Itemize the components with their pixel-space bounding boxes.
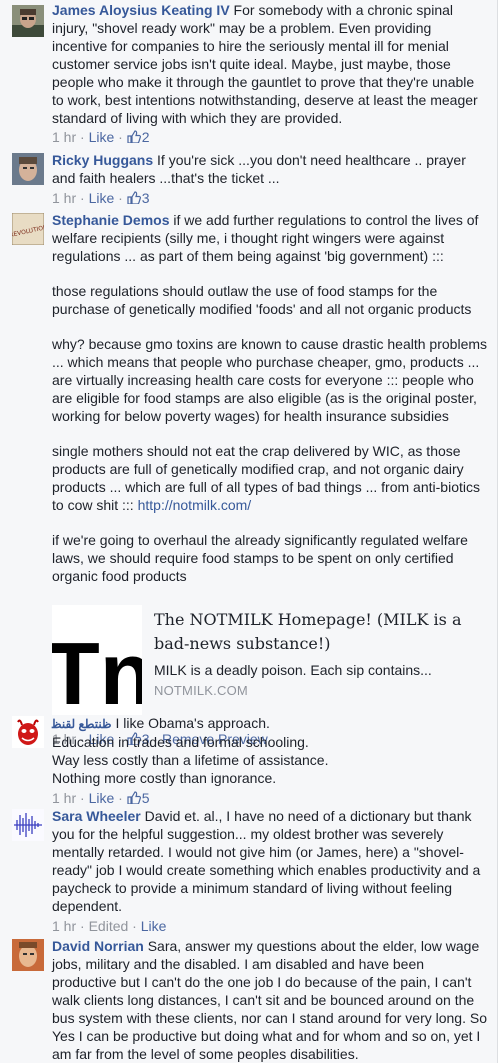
- comment-meta: 1 hr · Like · 5: [52, 790, 150, 806]
- like-button[interactable]: Like: [89, 190, 115, 206]
- comment-meta: 1 hr · Like · 2: [52, 129, 150, 145]
- comment: ﻇﻨﺘﻄﻊ ﻟﻘﻨﻈ I like Obama's approach. Educ…: [0, 714, 497, 807]
- preview-domain: NOTMILK.COM: [154, 683, 248, 698]
- avatar[interactable]: [12, 5, 44, 37]
- comment-text: Sara, answer my questions about the elde…: [52, 938, 487, 1062]
- comment-meta: 1 hr · Edited · Like: [52, 918, 167, 934]
- comment: REVOLUTION Stephanie Demos if we add fur…: [0, 211, 497, 748]
- like-count[interactable]: 5: [127, 790, 150, 806]
- preview-title[interactable]: The NOTMILK Homepage! (MILK is a bad-new…: [154, 608, 494, 656]
- notmilk-link[interactable]: http://notmilk.com/: [138, 497, 252, 513]
- comment-author[interactable]: ﻇﻨﺘﻄﻊ ﻟﻘﻨﻈ: [52, 717, 112, 731]
- like-count[interactable]: 3: [127, 190, 150, 206]
- comment-author[interactable]: David Norrian: [52, 938, 144, 954]
- comment-text: For somebody with a chronic spinal injur…: [52, 2, 478, 126]
- avatar[interactable]: [12, 153, 44, 185]
- like-count[interactable]: 2: [127, 129, 150, 145]
- comment-timestamp[interactable]: 1 hr: [52, 790, 76, 806]
- comment-feed: James Aloysius Keating IV For somebody w…: [0, 0, 498, 1063]
- comment-meta: 1 hr · Like · 3: [52, 190, 150, 206]
- preview-logo: Tn: [52, 624, 142, 715]
- comment-author[interactable]: Ricky Huggans: [52, 152, 153, 168]
- comment: Sara Wheeler David et. al., I have no ne…: [0, 807, 497, 935]
- preview-thumbnail[interactable]: Tn: [52, 605, 142, 715]
- comment-author[interactable]: Stephanie Demos: [52, 212, 169, 228]
- thumbs-up-icon: [127, 130, 141, 143]
- comment-paragraph: if we're going to overhaul the already s…: [52, 532, 468, 584]
- avatar[interactable]: [12, 809, 44, 841]
- like-button[interactable]: Like: [89, 129, 115, 145]
- comment-paragraph: single mothers should not eat the crap d…: [52, 443, 480, 513]
- comment: Ricky Huggans If you're sick ...you don'…: [0, 151, 497, 207]
- thumbs-up-icon: [127, 791, 141, 804]
- thumbs-up-icon: [127, 191, 141, 204]
- preview-description: MILK is a deadly poison. Each sip contai…: [154, 662, 432, 678]
- link-preview[interactable]: Tn The NOTMILK Homepage! (MILK is a bad-…: [52, 605, 488, 715]
- avatar[interactable]: REVOLUTION: [12, 213, 44, 245]
- like-button[interactable]: Like: [141, 918, 167, 934]
- avatar[interactable]: [12, 939, 44, 971]
- edited-label[interactable]: Edited: [89, 918, 129, 934]
- comment-author[interactable]: Sara Wheeler: [52, 808, 141, 824]
- like-button[interactable]: Like: [89, 790, 115, 806]
- comment-paragraph: those regulations should outlaw the use …: [52, 283, 472, 317]
- comment: David Norrian Sara, answer my questions …: [0, 937, 497, 1063]
- avatar[interactable]: [12, 716, 44, 748]
- comment-timestamp[interactable]: 1 hr: [52, 129, 76, 145]
- comment-timestamp[interactable]: 1 hr: [52, 918, 76, 934]
- comment-author[interactable]: James Aloysius Keating IV: [52, 2, 230, 18]
- comment: James Aloysius Keating IV For somebody w…: [0, 1, 497, 146]
- comment-timestamp[interactable]: 1 hr: [52, 190, 76, 206]
- comment-paragraph: why? because gmo toxins are known to cau…: [52, 336, 488, 424]
